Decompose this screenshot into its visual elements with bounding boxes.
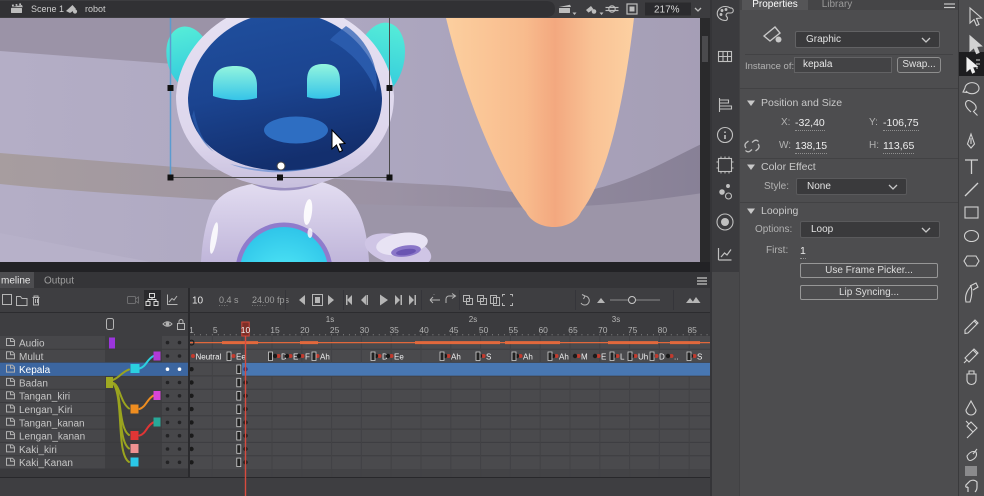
svg-text:M: M [581,353,588,362]
svg-text:2s: 2s [469,315,477,324]
svg-text:Ah: Ah [523,353,533,362]
svg-text:70: 70 [598,325,608,335]
svg-text:45: 45 [449,325,459,335]
svg-text:5: 5 [213,325,218,335]
svg-text:Tangan_kanan: Tangan_kanan [19,418,85,429]
svg-text:Kepala: Kepala [19,365,51,376]
svg-text:Kaki_kiri: Kaki_kiri [19,445,57,456]
svg-text:1s: 1s [326,315,334,324]
svg-text:Ee: Ee [394,353,404,362]
svg-text:S: S [697,353,702,362]
svg-text:55: 55 [509,325,519,335]
svg-text:meline: meline [1,276,31,287]
svg-text:Tangan_kiri: Tangan_kiri [19,392,70,403]
svg-text:25: 25 [330,325,340,335]
svg-text:24.00 fps: 24.00 fps [252,295,290,305]
svg-text:20: 20 [300,325,310,335]
svg-text:Uh: Uh [638,353,648,362]
svg-text:L: L [620,353,625,362]
svg-text:Ah: Ah [320,353,330,362]
svg-text:10: 10 [241,325,251,335]
svg-text:3s: 3s [612,315,620,324]
svg-text:S: S [486,353,491,362]
svg-text:Ah: Ah [451,353,461,362]
svg-text:217%: 217% [654,5,680,16]
svg-text:Lengan_Kiri: Lengan_Kiri [19,405,72,416]
svg-text:15: 15 [270,325,280,335]
svg-text:Ah: Ah [559,353,569,362]
svg-text:..: .. [674,353,678,362]
svg-text:Neutral: Neutral [196,353,222,362]
svg-text:50: 50 [479,325,489,335]
svg-text:Lengan_kanan: Lengan_kanan [19,432,85,443]
svg-text:0.4 s: 0.4 s [219,295,239,305]
svg-text:Output: Output [44,276,74,287]
svg-text:65: 65 [568,325,578,335]
svg-text:10: 10 [192,296,204,307]
svg-text:Badan: Badan [19,378,48,389]
svg-text:30: 30 [360,325,370,335]
svg-text:robot: robot [85,4,106,14]
svg-text:75: 75 [628,325,638,335]
svg-text:Kaki_Kanan: Kaki_Kanan [19,458,73,469]
svg-text:Scene 1: Scene 1 [31,4,64,14]
svg-text:80: 80 [658,325,668,335]
svg-text:Mulut: Mulut [19,352,44,363]
svg-text:35: 35 [389,325,399,335]
svg-text:E: E [601,353,606,362]
svg-text:Ee: Ee [236,353,246,362]
svg-text:D: D [659,353,665,362]
svg-text:85: 85 [687,325,697,335]
svg-text:F: F [305,353,310,362]
svg-text:40: 40 [419,325,429,335]
svg-text:60: 60 [538,325,548,335]
svg-text:Audio: Audio [19,339,45,350]
